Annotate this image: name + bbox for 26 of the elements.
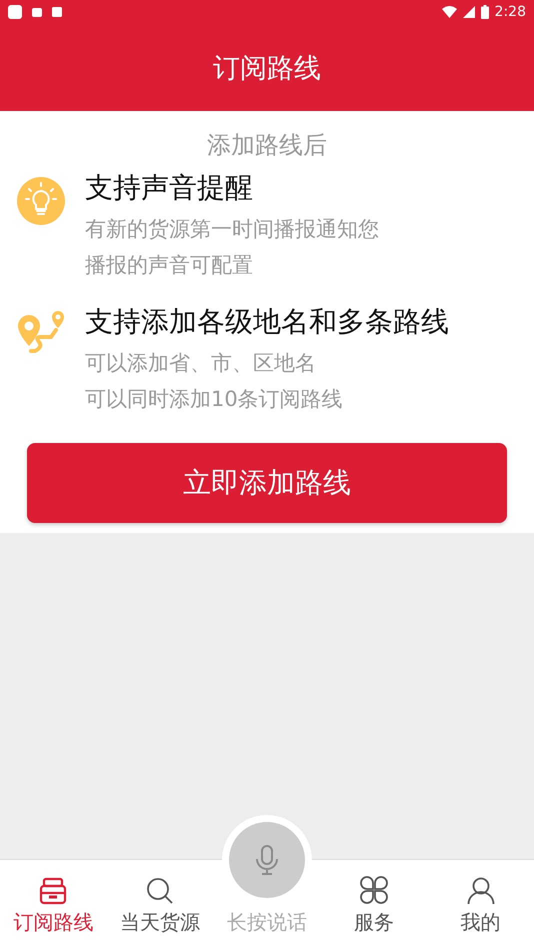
microphone-button[interactable] [228, 822, 305, 898]
add-route-button[interactable]: 立即添加路线 [27, 443, 507, 523]
search-icon [146, 877, 174, 905]
tab-item[interactable]: 订阅路线 [0, 860, 107, 950]
feature-title: 支持添加各级地名和多条路线 [85, 304, 449, 340]
four-petal-icon [358, 875, 389, 905]
wifi-icon [442, 6, 457, 18]
person-icon [466, 877, 495, 905]
lightbulb-icon [17, 177, 65, 225]
inbox-tray-icon [39, 877, 68, 905]
signal-icon [462, 6, 475, 18]
feature-description: 有新的货源第一时间播报通知您 [85, 216, 379, 243]
feature-description: 播报的声音可配置 [85, 252, 254, 279]
feature-title: 支持声音提醒 [85, 170, 254, 206]
tab-item[interactable]: 当天货源 [106, 860, 214, 950]
feature-description: 可以添加省、市、区地名 [85, 350, 317, 377]
tab-item[interactable]: 我的 [427, 860, 534, 950]
app-notification-icon [8, 5, 22, 19]
tab-item[interactable]: 服务 [320, 860, 428, 950]
page-title: 订阅路线 [213, 52, 321, 86]
intro-text: 添加路线后 [206, 130, 328, 161]
app-icon [52, 7, 62, 17]
microphone-icon [256, 845, 278, 875]
battery-icon [480, 5, 489, 19]
feature-description: 可以同时添加10条订阅路线 [85, 386, 344, 413]
clock-time: 2:28 [494, 4, 526, 20]
